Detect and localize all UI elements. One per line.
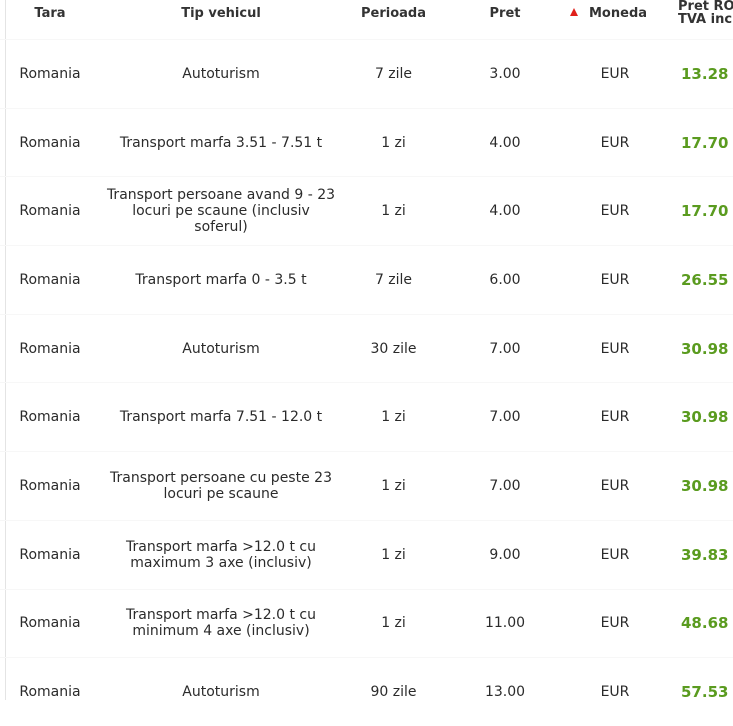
cell-tara: Romania — [0, 519, 100, 589]
table-row: Romania Autoturism 7 zile 3.00 EUR 13.28 — [0, 39, 733, 109]
cell-pret-ron: 26.55 — [665, 245, 733, 315]
cell-pret: 13.00 — [445, 657, 565, 726]
cell-pret-ron: 30.98 — [665, 382, 733, 452]
cell-pret: 7.00 — [445, 313, 565, 383]
cell-tip-vehicul: Autoturism — [100, 313, 342, 383]
cell-perioada: 1 zi — [342, 588, 445, 658]
table-row: Romania Transport marfa >12.0 t cu maximu… — [0, 519, 733, 589]
cell-tara: Romania — [0, 588, 100, 658]
cell-moneda: EUR — [565, 313, 665, 383]
cell-pret-ron: 17.70 — [665, 176, 733, 246]
cell-moneda: EUR — [565, 245, 665, 315]
cell-perioada: 1 zi — [342, 107, 445, 177]
cell-moneda: EUR — [565, 107, 665, 177]
table-row: Romania Transport persoane avand 9 - 23 l… — [0, 176, 733, 246]
cell-tara: Romania — [0, 245, 100, 315]
cell-pret: 9.00 — [445, 519, 565, 589]
cell-pret: 4.00 — [445, 176, 565, 246]
cell-perioada: 7 zile — [342, 245, 445, 315]
cell-perioada: 1 zi — [342, 176, 445, 246]
cell-pret: 4.00 — [445, 107, 565, 177]
cell-pret-ron: 30.98 — [665, 313, 733, 383]
sort-up-arrow-icon — [570, 7, 578, 16]
cell-pret-ron: 13.28 — [665, 39, 733, 109]
cell-pret-ron: 39.83 — [665, 519, 733, 589]
cell-moneda: EUR — [565, 451, 665, 521]
header-tip-vehicul[interactable]: Tip vehicul — [100, 0, 342, 40]
cell-moneda: EUR — [565, 382, 665, 452]
cell-pret: 7.00 — [445, 451, 565, 521]
table-row: Romania Transport persoane cu peste 23 lo… — [0, 451, 733, 521]
header-moneda[interactable]: Moneda — [565, 0, 665, 40]
cell-tip-vehicul: Autoturism — [100, 39, 342, 109]
cell-moneda: EUR — [565, 519, 665, 589]
cell-moneda: EUR — [565, 657, 665, 726]
table-row: Romania Transport marfa 0 - 3.5 t7 zile 6.… — [0, 245, 733, 315]
table-row: Romania Autoturism 30 zile 7.00 EUR 30.98 — [0, 313, 733, 383]
cell-perioada: 1 zi — [342, 451, 445, 521]
cell-tara: Romania — [0, 382, 100, 452]
cell-tara: Romania — [0, 451, 100, 521]
cell-perioada: 90 zile — [342, 657, 445, 726]
table-row: Romania Transport marfa 7.51 - 12.0 t1 zi… — [0, 382, 733, 452]
cell-tara: Romania — [0, 39, 100, 109]
cell-perioada: 7 zile — [342, 39, 445, 109]
cell-tip-vehicul: Autoturism — [100, 657, 342, 726]
cell-tip-vehicul: Transport marfa >12.0 t cu maximum 3 axe… — [100, 519, 342, 589]
cell-tip-vehicul: Transport persoane avand 9 - 23 locuri p… — [100, 176, 342, 246]
cell-pret: 6.00 — [445, 245, 565, 315]
cell-moneda: EUR — [565, 176, 665, 246]
cell-perioada: 1 zi — [342, 382, 445, 452]
header-pret-ron[interactable]: Pret RON TVA inclus — [665, 0, 733, 40]
header-moneda-label: Moneda — [589, 5, 648, 21]
header-perioada[interactable]: Perioada — [342, 0, 445, 40]
table-row: Romania Transport marfa 3.51 - 7.51 t1 zi… — [0, 107, 733, 177]
cell-tara: Romania — [0, 657, 100, 726]
cell-pret-ron: 57.53 — [665, 657, 733, 726]
cell-pret-ron: 48.68 — [665, 588, 733, 658]
table-header-row: Tara Tip vehicul Perioada Pret Moneda Pr… — [0, 0, 733, 40]
cell-pret: 11.00 — [445, 588, 565, 658]
cell-pret: 7.00 — [445, 382, 565, 452]
cell-pret: 3.00 — [445, 39, 565, 109]
header-pret[interactable]: Pret — [445, 0, 565, 40]
cell-tip-vehicul: Transport marfa 3.51 - 7.51 t — [100, 107, 342, 177]
cell-perioada: 30 zile — [342, 313, 445, 383]
cell-tara: Romania — [0, 176, 100, 246]
header-pret-ron-line2: TVA inclus — [678, 12, 733, 27]
header-tara[interactable]: Tara — [0, 0, 100, 40]
cell-tara: Romania — [0, 107, 100, 177]
vignette-price-table: Tara Tip vehicul Perioada Pret Moneda Pr… — [0, 0, 733, 726]
cell-perioada: 1 zi — [342, 519, 445, 589]
cell-tara: Romania — [0, 313, 100, 383]
cell-pret-ron: 30.98 — [665, 451, 733, 521]
cell-tip-vehicul: Transport marfa >12.0 t cu minimum 4 axe… — [100, 588, 342, 658]
cell-tip-vehicul: Transport persoane cu peste 23 locuri pe… — [100, 451, 342, 521]
cell-moneda: EUR — [565, 39, 665, 109]
cell-tip-vehicul: Transport marfa 0 - 3.5 t — [100, 245, 342, 315]
table-row: Romania Autoturism 90 zile 13.00 EUR 57.53 — [0, 657, 733, 726]
cell-pret-ron: 17.70 — [665, 107, 733, 177]
table-row: Romania Transport marfa >12.0 t cu minimu… — [0, 588, 733, 658]
cell-tip-vehicul: Transport marfa 7.51 - 12.0 t — [100, 382, 342, 452]
cell-moneda: EUR — [565, 588, 665, 658]
